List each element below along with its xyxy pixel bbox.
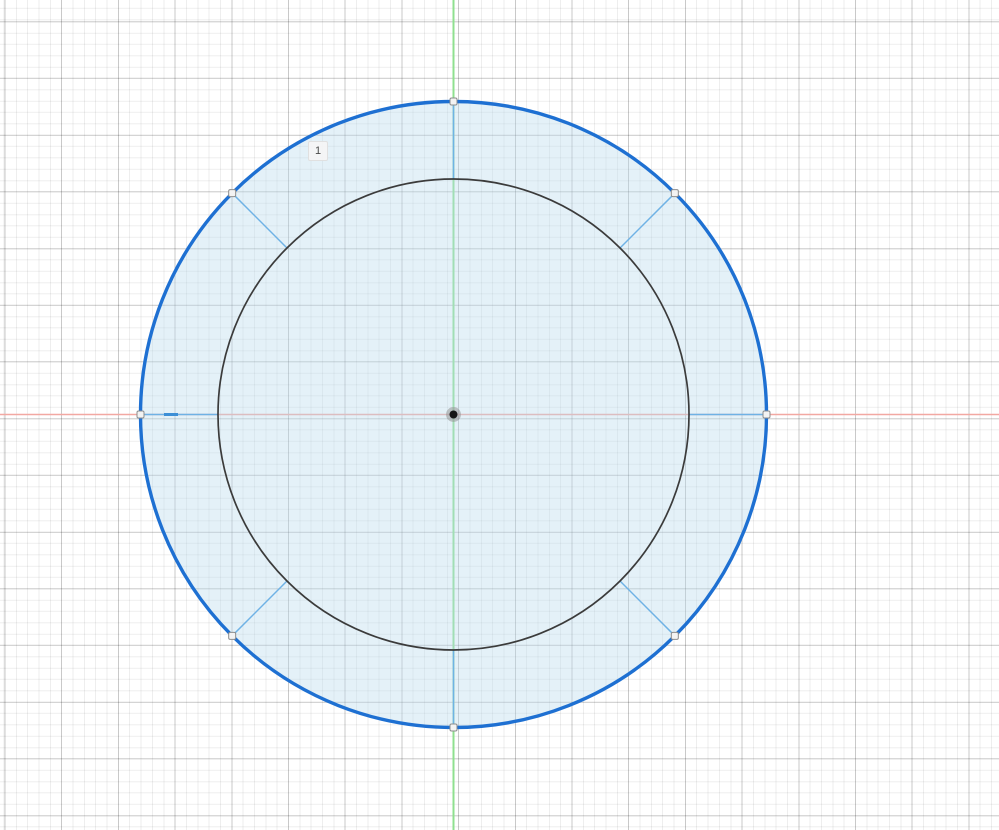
sketch-svg	[0, 0, 999, 830]
vertex-point-135[interactable]	[228, 189, 237, 198]
vertex-point-0[interactable]	[762, 410, 771, 419]
vertex-point-270[interactable]	[449, 723, 458, 732]
vertex-point-90[interactable]	[449, 97, 458, 106]
vertex-point-180[interactable]	[136, 410, 145, 419]
vertex-point-315[interactable]	[670, 631, 679, 640]
vertex-point-225[interactable]	[228, 631, 237, 640]
center-point[interactable]	[449, 410, 458, 419]
sketch-region-label-badge[interactable]: 1	[308, 141, 328, 161]
vertex-point-45[interactable]	[670, 189, 679, 198]
cad-sketch-canvas[interactable]: 1	[0, 0, 999, 830]
